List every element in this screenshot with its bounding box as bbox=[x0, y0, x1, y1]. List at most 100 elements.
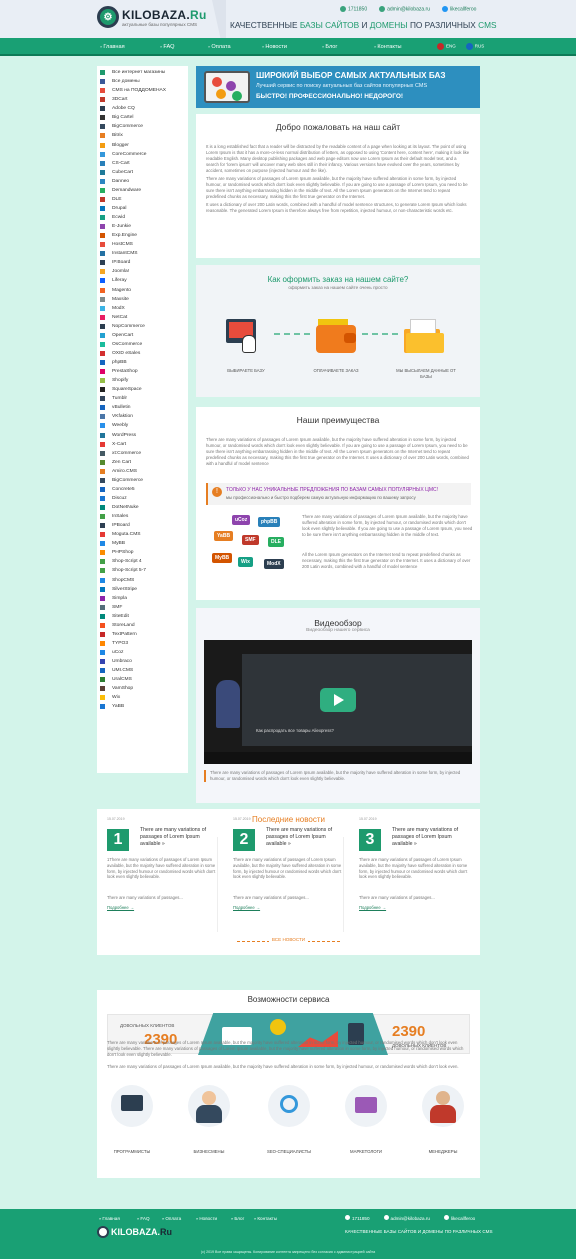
sidebar-item[interactable]: Joomla! bbox=[97, 267, 188, 276]
sidebar-item[interactable]: TextPattern bbox=[97, 630, 188, 639]
news-headline[interactable]: There are many variations of passages of… bbox=[392, 827, 472, 847]
sidebar-item[interactable]: SilverStripe bbox=[97, 585, 188, 594]
sidebar-item[interactable]: 3DCart bbox=[97, 95, 188, 104]
sidebar-item[interactable]: Weebly bbox=[97, 421, 188, 430]
sidebar-item[interactable]: VKfaktion bbox=[97, 412, 188, 421]
footer-logo[interactable]: KILOBAZA. Ru bbox=[97, 1226, 172, 1238]
sidebar-item[interactable]: CMS на ПОДДОМЕНАХ bbox=[97, 86, 188, 95]
sidebar-item[interactable]: HostCMS bbox=[97, 240, 188, 249]
sidebar-item[interactable]: OXID eSales bbox=[97, 349, 188, 358]
lang-ru[interactable]: RUS bbox=[465, 43, 484, 50]
sidebar-item[interactable]: DLE bbox=[97, 195, 188, 204]
sidebar-item[interactable]: Moguta.CMS bbox=[97, 530, 188, 539]
sidebar-item[interactable]: Adobe CQ bbox=[97, 104, 188, 113]
sidebar-item[interactable]: Big Cartel bbox=[97, 113, 188, 122]
footer-skype[interactable]: likecallferoo bbox=[443, 1215, 475, 1221]
sidebar-item[interactable]: vBulletin bbox=[97, 403, 188, 412]
sidebar-item[interactable]: Все интернет магазины bbox=[97, 68, 188, 77]
sidebar-item[interactable]: Discuz bbox=[97, 494, 188, 503]
sidebar-item[interactable]: Shop-Script 4 bbox=[97, 557, 188, 566]
sidebar-item[interactable]: Concrete5 bbox=[97, 485, 188, 494]
sidebar-item[interactable]: Все домены bbox=[97, 77, 188, 86]
sidebar-item[interactable]: uCoz bbox=[97, 648, 188, 657]
lang-en[interactable]: ENG bbox=[437, 43, 456, 50]
sidebar-item[interactable]: E-Junkie bbox=[97, 222, 188, 231]
sidebar-item[interactable]: phpBB bbox=[97, 358, 188, 367]
sidebar-item[interactable]: SiteEdit bbox=[97, 612, 188, 621]
sidebar-item[interactable]: ModX bbox=[97, 304, 188, 313]
phone-contact[interactable]: 1711850 bbox=[340, 6, 367, 12]
sidebar-item[interactable]: IPBoard bbox=[97, 521, 188, 530]
sidebar-item[interactable]: DotNetNuke bbox=[97, 503, 188, 512]
sidebar-item[interactable]: CoreCommerce bbox=[97, 150, 188, 159]
skype-contact[interactable]: likecallferoo bbox=[441, 6, 476, 12]
news-more-link[interactable]: Подробнее → bbox=[359, 905, 386, 910]
sidebar-item[interactable]: Bitrix bbox=[97, 131, 188, 140]
sidebar-item[interactable]: Danneo bbox=[97, 177, 188, 186]
logo[interactable]: ⚙ KILOBAZA.Ru актуальные базы популярных… bbox=[97, 6, 207, 28]
video-player[interactable]: Как распродать все товары Aliexpress? bbox=[204, 640, 472, 764]
sidebar-item[interactable]: StoreLand bbox=[97, 621, 188, 630]
sidebar-item[interactable]: Liferay bbox=[97, 276, 188, 285]
sidebar-item[interactable]: Zen Cart bbox=[97, 458, 188, 467]
play-button[interactable] bbox=[320, 688, 356, 712]
sidebar-item[interactable]: Simpla bbox=[97, 594, 188, 603]
footer-phone[interactable]: 1711850 bbox=[345, 1215, 370, 1221]
sidebar-item[interactable]: CubeCart bbox=[97, 168, 188, 177]
footer-link-home[interactable]: Главная bbox=[99, 1216, 119, 1221]
sidebar-item[interactable]: YaBB bbox=[97, 702, 188, 711]
sidebar-item[interactable]: OpenCart bbox=[97, 331, 188, 340]
news-more-link[interactable]: Подробнее → bbox=[107, 905, 134, 910]
nav-faq[interactable]: FAQ bbox=[160, 44, 174, 50]
sidebar-item[interactable]: UMI.CMS bbox=[97, 666, 188, 675]
video-controls[interactable] bbox=[204, 752, 472, 764]
nav-contacts[interactable]: Контакты bbox=[374, 44, 401, 50]
sidebar-item[interactable]: PrestaShop bbox=[97, 367, 188, 376]
sidebar-item[interactable]: Shopify bbox=[97, 376, 188, 385]
sidebar-item[interactable]: Shop-Script 5-7 bbox=[97, 566, 188, 575]
sidebar-item[interactable]: Amiro.CMS bbox=[97, 467, 188, 476]
sidebar-item[interactable]: PHPShop bbox=[97, 548, 188, 557]
sidebar-item[interactable]: OsCommerce bbox=[97, 340, 188, 349]
sidebar-item[interactable]: Maxsite bbox=[97, 295, 188, 304]
sidebar-item[interactable]: BigCommerce bbox=[97, 122, 188, 131]
news-headline[interactable]: There are many variations of passages of… bbox=[140, 827, 220, 847]
nav-blog[interactable]: Блог bbox=[322, 44, 337, 50]
sidebar-item[interactable]: InstantCMS bbox=[97, 249, 188, 258]
sidebar-item[interactable]: MyBB bbox=[97, 539, 188, 548]
footer-link-payment[interactable]: Оплата bbox=[162, 1216, 181, 1221]
sidebar-item[interactable]: CS-Cart bbox=[97, 159, 188, 168]
sidebar-item[interactable]: NopCommerce bbox=[97, 322, 188, 331]
sidebar-item[interactable]: X-Cart bbox=[97, 440, 188, 449]
nav-home[interactable]: Главная bbox=[100, 44, 124, 50]
sidebar-item[interactable]: Ecwid bbox=[97, 213, 188, 222]
sidebar-item[interactable]: BigCommerce bbox=[97, 476, 188, 485]
sidebar-item[interactable]: Exp.Engine bbox=[97, 231, 188, 240]
sidebar-item[interactable]: Magento bbox=[97, 286, 188, 295]
sidebar-item[interactable]: Blogger bbox=[97, 141, 188, 150]
sidebar-item[interactable]: TYPO3 bbox=[97, 639, 188, 648]
all-news-link[interactable]: ВСЕ НОВОСТИ bbox=[268, 937, 309, 942]
email-contact[interactable]: admin@kilobaza.ru bbox=[379, 6, 430, 12]
sidebar-item[interactable]: SquareSpace bbox=[97, 385, 188, 394]
sidebar-item[interactable]: ShopCMS bbox=[97, 576, 188, 585]
sidebar-item[interactable]: InSales bbox=[97, 512, 188, 521]
footer-email[interactable]: admin@kilobaza.ru bbox=[383, 1215, 430, 1221]
sidebar-item[interactable]: SMF bbox=[97, 603, 188, 612]
sidebar-item[interactable]: NetCat bbox=[97, 313, 188, 322]
sidebar-item[interactable]: Demandware bbox=[97, 186, 188, 195]
sidebar-item[interactable]: Tumblr bbox=[97, 394, 188, 403]
sidebar-item[interactable]: xt:Commerce bbox=[97, 449, 188, 458]
sidebar-item[interactable]: Drupal bbox=[97, 204, 188, 213]
sidebar-item[interactable]: Wix bbox=[97, 693, 188, 702]
sidebar-item[interactable]: WordPress bbox=[97, 431, 188, 440]
nav-payment[interactable]: Оплата bbox=[208, 44, 230, 50]
sidebar-item[interactable]: VamShop bbox=[97, 684, 188, 693]
sidebar-item[interactable]: UralCMS bbox=[97, 675, 188, 684]
footer-link-news[interactable]: Новости bbox=[196, 1216, 217, 1221]
promo-banner[interactable]: ШИРОКИЙ ВЫБОР САМЫХ АКТУАЛЬНЫХ БАЗ Лучши… bbox=[196, 66, 480, 108]
sidebar-item[interactable]: Umbraco bbox=[97, 657, 188, 666]
footer-link-faq[interactable]: FAQ bbox=[137, 1216, 149, 1221]
footer-link-contacts[interactable]: Контакты bbox=[254, 1216, 277, 1221]
footer-link-blog[interactable]: Блог bbox=[231, 1216, 244, 1221]
